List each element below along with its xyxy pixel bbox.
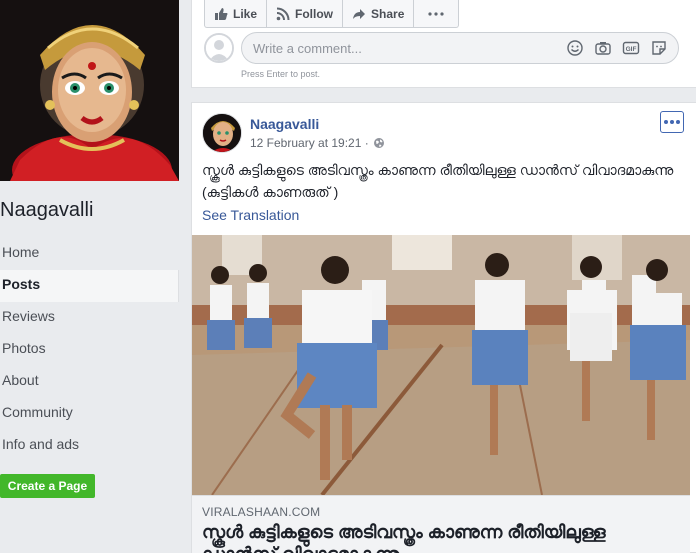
link-domain: VIRALASHAAN.COM bbox=[202, 505, 321, 519]
comment-tools: GIF bbox=[566, 39, 668, 57]
post-card: Naagavalli 12 February at 19:21 · സ്കൂൾ … bbox=[191, 102, 696, 553]
follow-button[interactable]: Follow bbox=[267, 0, 344, 27]
nav-item-photos[interactable]: Photos bbox=[0, 334, 179, 366]
globe-icon[interactable] bbox=[373, 137, 385, 149]
post-options-button[interactable] bbox=[660, 111, 684, 133]
link-preview-image[interactable] bbox=[192, 235, 690, 495]
thumbs-up-icon bbox=[215, 7, 228, 20]
nav-item-posts[interactable]: Posts bbox=[0, 270, 179, 302]
follow-label: Follow bbox=[295, 6, 334, 21]
previous-post-footer: Like Follow Share Write a comment... GIF… bbox=[191, 0, 696, 88]
author-avatar-image bbox=[203, 114, 241, 152]
more-actions-button[interactable] bbox=[414, 0, 458, 27]
author-avatar[interactable] bbox=[202, 113, 242, 153]
like-button[interactable]: Like bbox=[205, 0, 268, 27]
nav-item-info-and-ads[interactable]: Info and ads bbox=[0, 430, 179, 462]
page-nav: Home Posts Reviews Photos About Communit… bbox=[0, 238, 179, 462]
dancer-portrait-image bbox=[0, 0, 179, 181]
sticker-icon[interactable] bbox=[650, 39, 668, 57]
dance-scene-image bbox=[192, 235, 690, 495]
nav-item-home[interactable]: Home bbox=[0, 238, 179, 270]
post-meta: 12 February at 19:21 · bbox=[250, 136, 385, 150]
comment-placeholder: Write a comment... bbox=[253, 41, 362, 56]
page-profile-picture[interactable] bbox=[0, 0, 179, 181]
default-user-icon bbox=[206, 35, 232, 61]
post-timestamp[interactable]: 12 February at 19:21 · bbox=[250, 136, 369, 150]
page-sidebar: Naagavalli Home Posts Reviews Photos Abo… bbox=[0, 0, 181, 553]
create-page-button[interactable]: Create a Page bbox=[0, 474, 95, 498]
press-enter-hint: Press Enter to post. bbox=[241, 69, 321, 79]
gif-icon[interactable]: GIF bbox=[622, 39, 640, 57]
share-arrow-icon bbox=[353, 8, 366, 19]
share-button[interactable]: Share bbox=[343, 0, 415, 27]
rss-icon bbox=[276, 7, 290, 20]
camera-icon[interactable] bbox=[594, 39, 612, 57]
gif-icon-label: GIF bbox=[626, 46, 637, 53]
post-action-bar: Like Follow Share bbox=[204, 0, 460, 28]
nav-item-reviews[interactable]: Reviews bbox=[0, 302, 179, 334]
comment-input[interactable]: Write a comment... GIF bbox=[241, 32, 679, 64]
post-author[interactable]: Naagavalli bbox=[250, 116, 319, 132]
post-text: സ്കൂൾ കുട്ടികളുടെ അടിവസ്ത്രം കാണുന്ന രീത… bbox=[202, 162, 674, 200]
see-translation-link[interactable]: See Translation bbox=[202, 207, 299, 223]
like-label: Like bbox=[233, 6, 258, 21]
emoji-icon[interactable] bbox=[566, 39, 584, 57]
more-dots-icon bbox=[428, 11, 444, 16]
more-dot-icon bbox=[664, 120, 668, 124]
commenter-avatar[interactable] bbox=[204, 33, 234, 63]
link-preview-info[interactable]: VIRALASHAAN.COM സ്കൂൾ കുട്ടികളുടെ അടിവസ്… bbox=[192, 495, 690, 553]
share-label: Share bbox=[371, 6, 405, 21]
nav-item-community[interactable]: Community bbox=[0, 398, 179, 430]
link-title[interactable]: സ്കൂൾ കുട്ടികളുടെ അടിവസ്ത്രം കാണുന്ന രീത… bbox=[202, 521, 682, 553]
more-dot-icon bbox=[670, 120, 674, 124]
more-dot-icon bbox=[676, 120, 680, 124]
page-name[interactable]: Naagavalli bbox=[0, 199, 93, 222]
nav-item-about[interactable]: About bbox=[0, 366, 179, 398]
